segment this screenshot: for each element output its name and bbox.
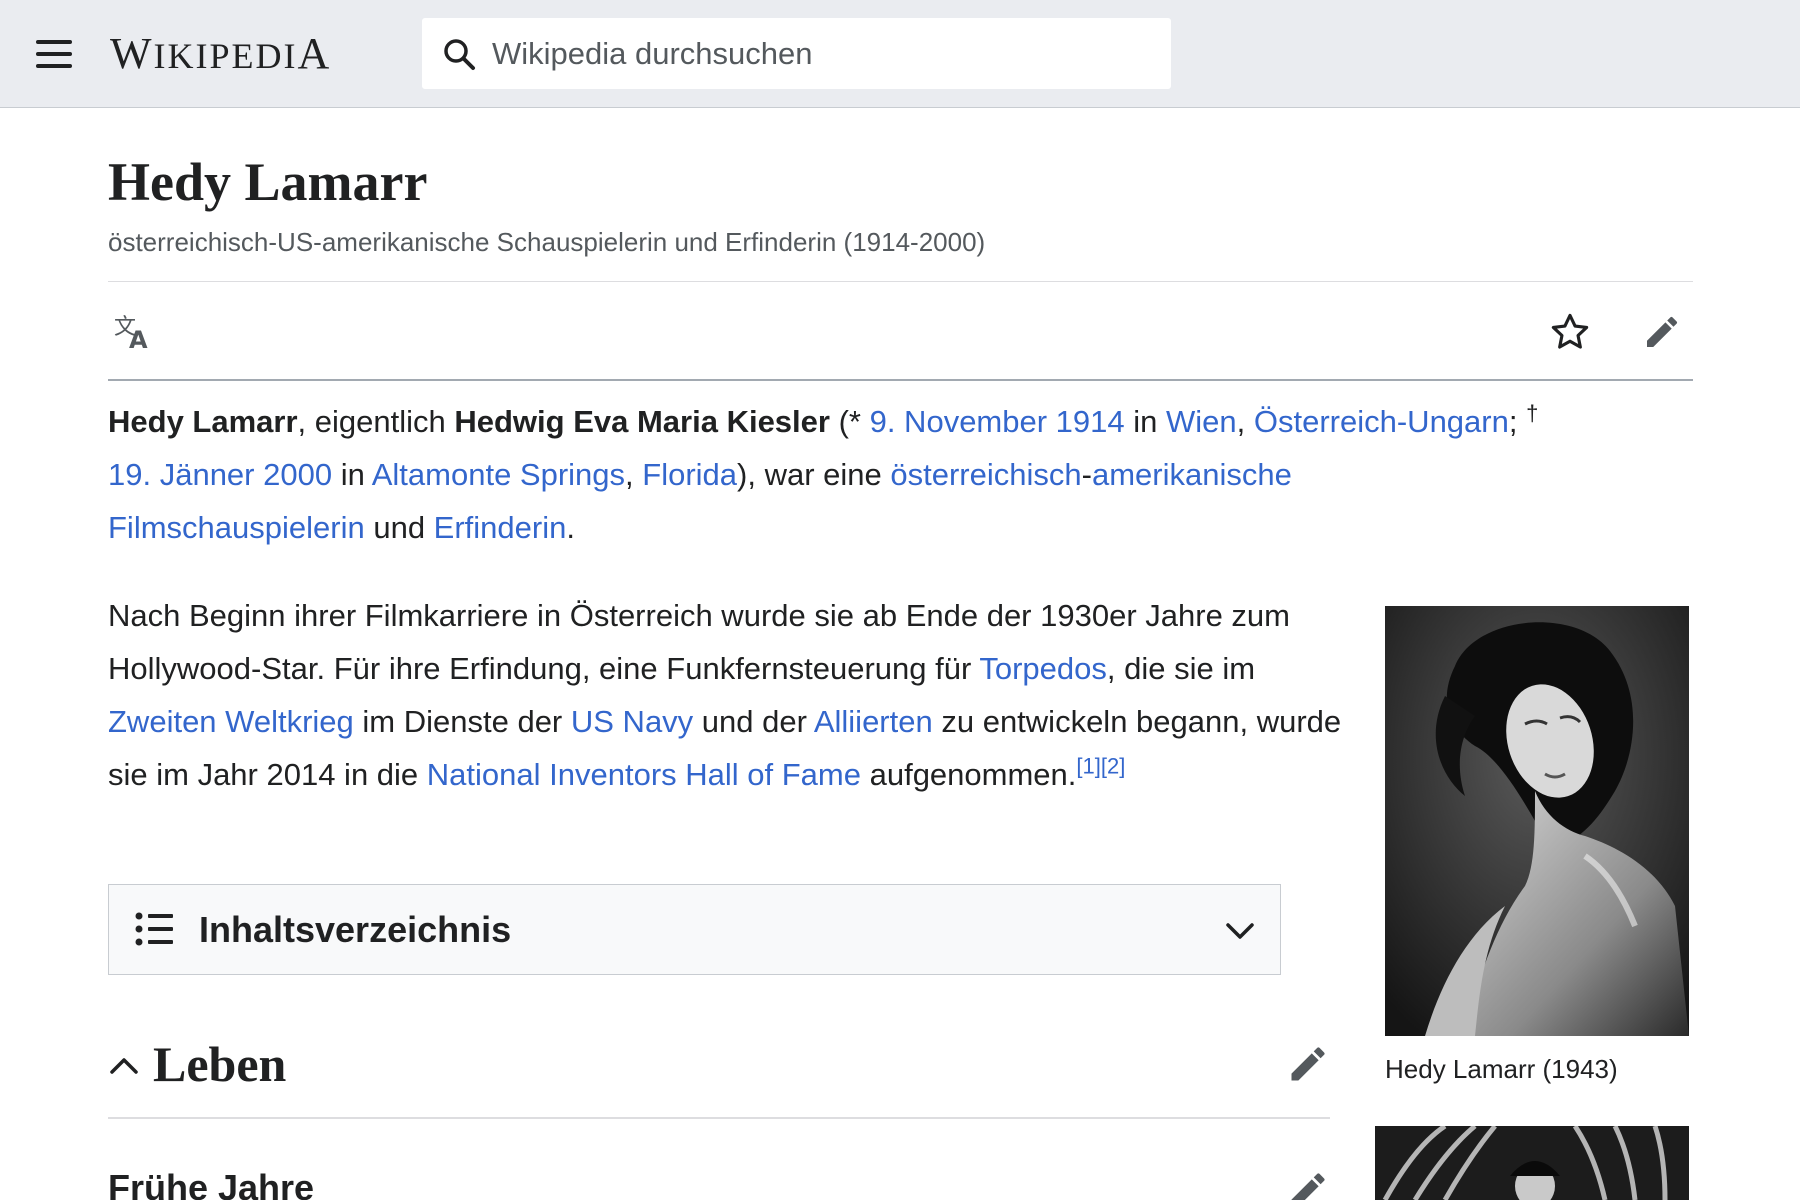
edit-page-button[interactable]: [1638, 308, 1686, 356]
reference-link-2[interactable]: [2]: [1101, 754, 1125, 779]
body-paragraph: Nach Beginn ihrer Filmkarriere in Österr…: [108, 589, 1348, 801]
paragraph-text: und der: [693, 704, 814, 739]
lead-text: (*: [829, 404, 870, 439]
language-button[interactable]: 文 A: [110, 308, 158, 356]
chevron-down-icon: [1226, 923, 1254, 939]
star-icon: [1551, 313, 1589, 349]
toolbar-divider: [108, 379, 1693, 381]
link-nationality-2[interactable]: amerikanische: [1092, 457, 1292, 492]
lead-text: ,: [625, 457, 643, 492]
wordmark-first-letter: W: [110, 29, 154, 78]
second-image[interactable]: [1375, 1126, 1689, 1200]
svg-text:A: A: [129, 326, 148, 352]
lead-text: in: [332, 457, 372, 492]
paragraph-text: aufgenommen.: [860, 757, 1077, 792]
watch-button[interactable]: [1546, 308, 1594, 356]
link-birth-date[interactable]: 9. November 1914: [870, 404, 1125, 439]
toc-title: Inhaltsverzeichnis: [199, 909, 512, 950]
link-nihf[interactable]: National Inventors Hall of Fame: [427, 757, 861, 792]
death-symbol: †: [1526, 400, 1539, 426]
subject-name: Hedy Lamarr: [108, 404, 298, 439]
link-torpedos[interactable]: Torpedos: [979, 651, 1107, 686]
lead-text: ), war eine: [737, 457, 891, 492]
search-input[interactable]: [492, 18, 1152, 89]
page-toolbar: 文 A: [108, 282, 1693, 378]
wikipedia-wordmark[interactable]: WIKIPEDIA: [110, 28, 331, 82]
chevron-up-icon[interactable]: [108, 1050, 140, 1082]
section-edit-pencil-icon[interactable]: [1286, 1042, 1330, 1086]
paragraph-text: , die sie im: [1106, 651, 1256, 686]
pencil-icon: [1647, 316, 1678, 347]
section-divider: [108, 1117, 1330, 1119]
table-of-contents-toggle[interactable]: Inhaltsverzeichnis: [108, 884, 1281, 975]
section-leben-heading: Leben: [108, 1030, 1330, 1120]
lead-text: , eigentlich: [297, 404, 455, 439]
lead-paragraph: Hedy Lamarr, eigentlich Hedwig Eva Maria…: [108, 395, 1668, 554]
link-death-place[interactable]: Altamonte Springs: [372, 457, 625, 492]
link-allies[interactable]: Alliierten: [814, 704, 933, 739]
link-profession-inventor[interactable]: Erfinderin: [434, 510, 567, 545]
link-birth-country[interactable]: Österreich-Ungarn: [1254, 404, 1509, 439]
link-birth-place[interactable]: Wien: [1166, 404, 1237, 439]
reference-link-1[interactable]: [1]: [1076, 754, 1100, 779]
main-menu-icon[interactable]: [30, 34, 78, 74]
lead-text: ;: [1508, 404, 1527, 439]
lead-text: .: [566, 510, 575, 545]
page-title: Hedy Lamarr: [108, 152, 428, 212]
portrait-caption: Hedy Lamarr (1943): [1385, 1054, 1618, 1084]
portrait-image[interactable]: [1385, 606, 1689, 1036]
lead-text: ,: [1236, 404, 1254, 439]
link-nationality[interactable]: österreichisch: [890, 457, 1081, 492]
page-tagline: österreichisch-US-amerikanische Schauspi…: [108, 227, 986, 257]
subsection-title: Frühe Jahre: [108, 1167, 315, 1200]
portrait-photo-graphic: [1385, 606, 1689, 1036]
lead-text: -: [1081, 457, 1092, 492]
birth-name: Hedwig Eva Maria Kiesler: [454, 404, 830, 439]
lead-text: in: [1124, 404, 1166, 439]
subsection-edit-pencil-icon[interactable]: [1286, 1168, 1330, 1200]
link-ww2[interactable]: Zweiten Weltkrieg: [108, 704, 354, 739]
second-photo-graphic: [1375, 1126, 1689, 1200]
list-icon: [135, 912, 173, 946]
wordmark-last-letter: A: [297, 29, 332, 78]
translate-icon: 文 A: [114, 315, 148, 352]
wordmark-middle: IKIPEDI: [153, 36, 298, 76]
link-profession-actress[interactable]: Filmschauspielerin: [108, 510, 365, 545]
link-death-date[interactable]: 19. Jänner 2000: [108, 457, 332, 492]
link-death-state[interactable]: Florida: [642, 457, 737, 492]
search-icon: [444, 39, 475, 70]
paragraph-text: im Dienste der: [353, 704, 571, 739]
lead-text: und: [364, 510, 434, 545]
search-box[interactable]: [421, 17, 1172, 90]
link-us-navy[interactable]: US Navy: [571, 704, 693, 739]
section-title: Leben: [153, 1036, 287, 1092]
site-header: WIKIPEDIA: [0, 0, 1800, 108]
